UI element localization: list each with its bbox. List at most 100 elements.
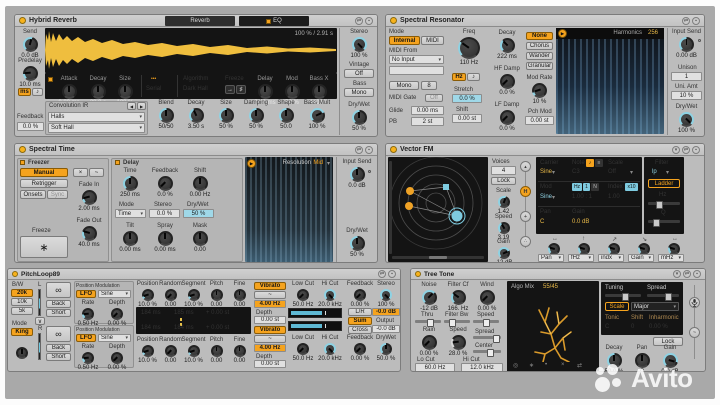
- voices-button[interactable]: 8: [421, 81, 437, 90]
- wind-knob-dial[interactable]: [480, 290, 495, 305]
- mod-rate-knob-value[interactable]: 10 %: [533, 99, 547, 106]
- scale-enable-button[interactable]: Scale: [605, 302, 629, 311]
- filter-q-slider[interactable]: [648, 220, 680, 223]
- decay-env-param-dial[interactable]: [91, 84, 106, 99]
- shift-value[interactable]: 0: [631, 324, 634, 330]
- macro-dest-2-dropdown[interactable]: fHz: [568, 254, 594, 262]
- pitch-l-readout[interactable]: + 0.00 st: [206, 310, 229, 316]
- delay-time-display[interactable]: 184 ms 185 ms + 0.00 st 184 ms 184 ms + …: [136, 307, 251, 334]
- voices-field[interactable]: 4: [491, 166, 516, 175]
- random-r-knob-value[interactable]: 0.00: [165, 358, 177, 365]
- lock-button[interactable]: Lock: [491, 177, 516, 185]
- spectral-time-titlebar[interactable]: Spectral Time ⇄▪: [15, 144, 377, 156]
- freq-hz-button[interactable]: Hz: [452, 73, 466, 81]
- bw-20k-button[interactable]: 20k: [11, 289, 33, 297]
- hotswap-icon[interactable]: ⇄: [682, 17, 690, 25]
- filter-type-select[interactable]: lp: [652, 169, 657, 175]
- freq-knob-dial[interactable]: [458, 37, 480, 59]
- lfo-r-button[interactable]: LFO: [76, 334, 96, 342]
- gain-knob-value[interactable]: -12 dB: [495, 260, 513, 263]
- delay-l-a[interactable]: 184 ms: [141, 310, 161, 316]
- short-r-button[interactable]: Short: [46, 353, 71, 361]
- lowcut-l-knob-dial[interactable]: [297, 289, 309, 301]
- inharmonic-value[interactable]: 0.00 %: [649, 324, 668, 330]
- mod-dropdown-arrow[interactable]: ▾: [552, 194, 555, 201]
- ir-prev-button[interactable]: ◀: [127, 102, 136, 110]
- tab-reverb[interactable]: Reverb: [165, 16, 235, 26]
- reverb-waveform-display[interactable]: 100 % / 2.91 s: [45, 28, 337, 73]
- mono-button[interactable]: Mono: [389, 81, 419, 90]
- freeze-button[interactable]: ∗: [20, 236, 68, 258]
- note-value[interactable]: C3: [572, 169, 580, 175]
- mode-king-button[interactable]: King: [11, 328, 33, 336]
- delay-l-b[interactable]: 185 ms: [174, 310, 194, 316]
- harmonics-display[interactable]: ▶ Harmonics 256: [556, 28, 664, 134]
- spray-knob-value[interactable]: 0.00 ms: [154, 247, 175, 254]
- input-send-knob-dial[interactable]: [350, 167, 365, 182]
- fold-icon[interactable]: ▾: [672, 146, 680, 154]
- mod-type-wander[interactable]: Wander: [526, 52, 553, 60]
- scale-dropdown[interactable]: Major: [631, 302, 679, 311]
- cross-icon[interactable]: ×: [561, 362, 565, 368]
- save-icon[interactable]: ▪: [693, 270, 701, 278]
- random-r-knob-dial[interactable]: [165, 345, 177, 357]
- midi-gate-toggle[interactable]: Off: [425, 94, 443, 102]
- dot-icon[interactable]: •: [545, 362, 547, 368]
- fade-in-knob-dial[interactable]: [82, 190, 97, 205]
- modulator-handle[interactable]: [443, 184, 449, 190]
- harmonics-value[interactable]: 256: [648, 30, 658, 36]
- spread-slider[interactable]: [473, 336, 501, 339]
- vector-xy-display[interactable]: [388, 157, 488, 262]
- lowcut-r-knob-dial[interactable]: [297, 343, 309, 355]
- algorithm-select[interactable]: Dark Hall: [183, 86, 208, 92]
- fine-r-knob-value[interactable]: 0.00: [234, 358, 246, 365]
- resolution-dropdown-arrow[interactable]: ▾: [327, 160, 330, 167]
- device-activator-toggle[interactable]: [19, 17, 26, 24]
- hf-damp-knob-dial[interactable]: [500, 74, 515, 89]
- spectral-display[interactable]: ▶ Resolution Mid ▾: [245, 157, 333, 262]
- freeze-sync-button[interactable]: Sync: [47, 190, 68, 199]
- predelay-sync-button[interactable]: ♪: [32, 88, 43, 96]
- tuning-spread-slider[interactable]: [647, 294, 679, 297]
- note-midi-icon[interactable]: ♪: [586, 159, 594, 167]
- bassx-param-dial[interactable]: [312, 84, 327, 99]
- save-icon[interactable]: ▪: [692, 146, 700, 154]
- drywet-knob-dial[interactable]: [352, 110, 367, 125]
- fine-l-knob-dial[interactable]: [234, 289, 246, 301]
- scale-knob-dial[interactable]: [498, 196, 510, 208]
- mod-type-chorus[interactable]: Chorus: [526, 42, 553, 50]
- drywet-knob-value[interactable]: 50 %: [350, 252, 364, 259]
- mod-type-granular[interactable]: Granular: [526, 62, 553, 70]
- feedback-l-knob-dial[interactable]: [354, 289, 366, 301]
- macro-dest-4-dropdown[interactable]: Gain: [628, 254, 654, 262]
- filter-cf-knob-dial[interactable]: [451, 290, 466, 305]
- pitch-r-knob-value[interactable]: 0.00: [211, 358, 223, 365]
- pitch-r-readout[interactable]: + 0.00 st: [206, 325, 229, 331]
- hotswap-icon[interactable]: ⇄: [355, 146, 363, 154]
- bw-10k-button[interactable]: 10k: [11, 298, 33, 306]
- lf-damp-knob-value[interactable]: 0.0 %: [499, 126, 514, 133]
- shift-field[interactable]: 0.00 st: [452, 114, 482, 123]
- segment-r-knob-dial[interactable]: [188, 345, 200, 357]
- back-r-button[interactable]: Back: [46, 344, 71, 352]
- noise-knob-dial[interactable]: [422, 290, 437, 305]
- loop-l-button[interactable]: ∞: [46, 282, 71, 298]
- xfade-curve-button[interactable]: ~: [89, 168, 104, 177]
- mask-knob-dial[interactable]: [193, 231, 208, 246]
- macro-dest-3-dropdown[interactable]: indx: [598, 254, 624, 262]
- fade-out-knob-dial[interactable]: [82, 226, 97, 241]
- delay-mode-dropdown[interactable]: Time: [115, 209, 146, 218]
- fade-out-knob-value[interactable]: 40.0 ms: [78, 242, 99, 249]
- route-sum-button[interactable]: Sum: [348, 317, 372, 325]
- thru-slider[interactable]: [415, 320, 441, 323]
- stereo-field[interactable]: 0.0 %: [149, 209, 180, 218]
- stereo-knob-value[interactable]: 100 %: [350, 53, 367, 60]
- output-field[interactable]: -0.0 dB: [372, 325, 400, 333]
- lf-damp-knob-dial[interactable]: [500, 110, 515, 125]
- vibrato-l-shape-button[interactable]: ~: [254, 291, 286, 299]
- mode-midi-button[interactable]: MIDI: [421, 36, 444, 45]
- rain-speed-knob-dial[interactable]: [451, 335, 466, 350]
- drywet-field[interactable]: 50 %: [183, 209, 214, 218]
- vibrato-l-depth-field[interactable]: 0.00 st: [254, 316, 286, 324]
- mod-wave-select[interactable]: Sine: [540, 194, 552, 200]
